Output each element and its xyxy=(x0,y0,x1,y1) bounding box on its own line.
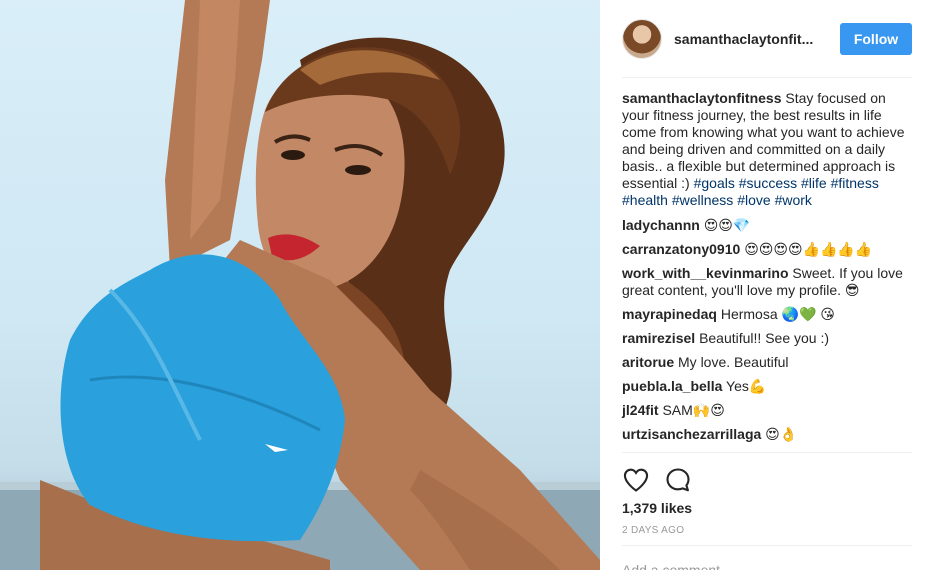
comment-username[interactable]: carranzatony0910 xyxy=(622,241,740,257)
comment-item: urtzisanchezarrillaga 😍👌 xyxy=(622,426,912,443)
post-photo[interactable] xyxy=(0,0,600,570)
comment-item: work_with__kevinmarino Sweet. If you lov… xyxy=(622,265,912,299)
comment-text: Yes💪 xyxy=(726,378,767,394)
comment-username[interactable]: ladychannn xyxy=(622,217,700,233)
caption: samanthaclaytonfitness Stay focused on y… xyxy=(622,90,912,209)
comment-text: My love. Beautiful xyxy=(678,354,789,370)
comment-username[interactable]: puebla.la_bella xyxy=(622,378,722,394)
comment-username[interactable]: aritorue xyxy=(622,354,674,370)
comment-username[interactable]: urtzisanchezarrillaga xyxy=(622,426,761,442)
heart-icon[interactable] xyxy=(622,466,650,494)
hashtag-link[interactable]: #health xyxy=(622,192,668,208)
comment-username[interactable]: mayrapinedaq xyxy=(622,306,717,322)
photo-illustration xyxy=(0,0,600,570)
comment-text: 😍👌 xyxy=(765,426,798,442)
actions-divider xyxy=(622,452,912,453)
comments-list: samanthaclaytonfitness Stay focused on y… xyxy=(622,90,912,450)
follow-button[interactable]: Follow xyxy=(840,23,912,55)
comment-text: Hermosa 🌏💚 😘 xyxy=(720,306,835,322)
comment-username[interactable]: jl24fit xyxy=(622,402,659,418)
hashtag-link[interactable]: #love xyxy=(737,192,770,208)
add-comment-input[interactable]: Add a comment... xyxy=(622,562,732,570)
hashtag-link[interactable]: #wellness xyxy=(672,192,733,208)
action-bar xyxy=(622,466,706,494)
comment-text: Beautiful!! See you :) xyxy=(699,330,830,346)
caption-username[interactable]: samanthaclaytonfitness xyxy=(622,90,782,106)
comment-item: jl24fit SAM🙌😍 xyxy=(622,402,912,419)
comment-text: SAM🙌😍 xyxy=(662,402,725,418)
comment-item: puebla.la_bella Yes💪 xyxy=(622,378,912,395)
hashtag-link[interactable]: #success xyxy=(739,175,797,191)
header-username[interactable]: samanthaclaytonfit... xyxy=(674,31,830,47)
comment-item: aritorue My love. Beautiful xyxy=(622,354,912,371)
comment-username[interactable]: work_with__kevinmarino xyxy=(622,265,789,281)
comment-text: 😍😍😍😍👍👍👍👍 xyxy=(744,241,873,257)
comment-item: ladychannn 😍😍💎 xyxy=(622,217,912,234)
comment-item: carranzatony0910 😍😍😍😍👍👍👍👍 xyxy=(622,241,912,258)
comment-text: 😍😍💎 xyxy=(703,217,751,233)
comment-divider xyxy=(622,545,912,546)
comment-item: ramirezisel Beautiful!! See you :) xyxy=(622,330,912,347)
hashtag-link[interactable]: #life xyxy=(801,175,827,191)
comment-username[interactable]: ramirezisel xyxy=(622,330,695,346)
post-header: samanthaclaytonfit... Follow xyxy=(622,16,912,62)
likes-count[interactable]: 1,379 likes xyxy=(622,500,692,516)
post-timestamp: 2 DAYS AGO xyxy=(622,525,685,536)
post-side-panel: samanthaclaytonfit... Follow samanthacla… xyxy=(600,0,928,570)
hashtag-link[interactable]: #goals xyxy=(694,175,735,191)
hashtag-link[interactable]: #work xyxy=(775,192,812,208)
avatar[interactable] xyxy=(622,19,662,59)
hashtag-link[interactable]: #fitness xyxy=(831,175,879,191)
comment-item: mayrapinedaq Hermosa 🌏💚 😘 xyxy=(622,306,912,323)
comment-icon[interactable] xyxy=(664,466,692,494)
header-divider xyxy=(622,77,912,78)
